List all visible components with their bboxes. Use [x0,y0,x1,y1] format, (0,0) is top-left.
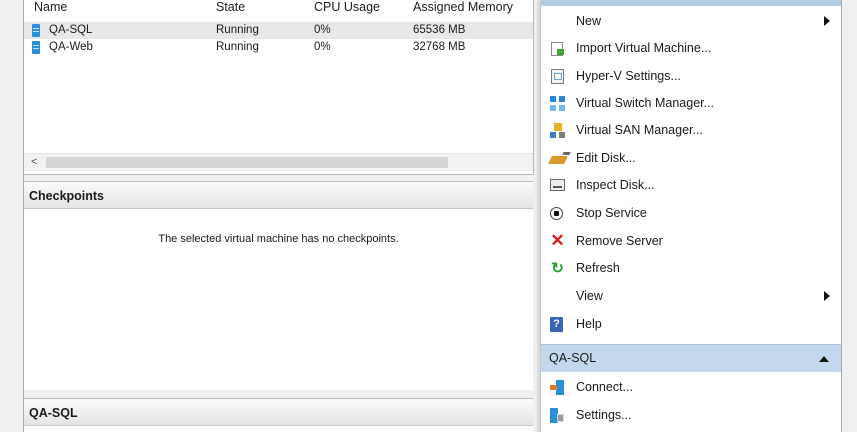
action-label: View [576,289,603,303]
column-header-name[interactable]: Name [34,0,67,17]
virtual-machine-icon [32,24,40,37]
action-label: New [576,14,602,28]
no-checkpoints-message: The selected virtual machine has no chec… [158,233,399,245]
vm-assigned-memory: 65536 MB [413,24,466,36]
edit-disk-icon [548,156,568,164]
vm-assigned-memory: 32768 MB [413,41,466,53]
action-new[interactable]: New [541,8,841,35]
collapse-arrow-icon[interactable] [819,356,829,362]
action-virtual-switch-manager[interactable]: Virtual Switch Manager... [541,90,841,117]
action-hyper-v-settings[interactable]: Hyper-V Settings... [541,63,841,90]
vm-section-title: QA-SQL [549,351,597,365]
refresh-icon: ↻ [551,260,564,277]
action-label: Settings... [576,408,632,422]
settings-icon [551,69,564,84]
vm-cpu-usage: 0% [314,24,331,36]
action-label: Help [576,317,602,331]
action-connect[interactable]: Connect... [541,374,841,401]
submenu-arrow-icon [824,16,830,26]
inspect-disk-icon [550,179,565,191]
action-label: Connect... [576,380,633,394]
column-header-cpu-usage[interactable]: CPU Usage [314,0,380,17]
action-import-virtual-machine[interactable]: Import Virtual Machine... [541,35,841,62]
connect-icon [550,380,564,395]
scrollbar-thumb[interactable] [46,157,448,168]
actions-pane: New Import Virtual Machine... Hyper-V Se… [540,0,841,432]
vm-name: QA-Web [49,41,93,53]
stop-icon [550,207,563,220]
details-header: QA-SQL [24,398,533,426]
scroll-left-arrow-icon[interactable]: < [31,154,37,171]
action-label: Inspect Disk... [576,178,655,192]
action-vm-settings[interactable]: Settings... [541,402,841,429]
action-label: Hyper-V Settings... [576,69,681,83]
window-right-edge [841,0,857,432]
vm-settings-icon [550,408,564,423]
action-label: Import Virtual Machine... [576,41,712,55]
action-label: Virtual SAN Manager... [576,123,703,137]
action-refresh[interactable]: ↻ Refresh [541,255,841,282]
action-view[interactable]: View [541,283,841,310]
switch-icon [550,96,565,111]
submenu-arrow-icon [824,291,830,301]
action-label: Refresh [576,261,620,275]
vm-row-qa-sql[interactable]: QA-SQL Running 0% 65536 MB [24,22,533,39]
action-label: Stop Service [576,206,647,220]
column-header-assigned-memory[interactable]: Assigned Memory [413,0,513,17]
action-stop-service[interactable]: Stop Service [541,200,841,227]
details-pane [24,426,533,432]
action-label: Edit Disk... [576,151,636,165]
action-virtual-san-manager[interactable]: Virtual SAN Manager... [541,117,841,144]
remove-icon: ✕ [550,231,565,250]
action-label: Remove Server [576,234,663,248]
action-remove-server[interactable]: ✕ Remove Server [541,228,841,255]
import-icon [551,42,564,56]
action-edit-disk[interactable]: Edit Disk... [541,145,841,172]
vm-row-qa-web[interactable]: QA-Web Running 0% 32768 MB [24,39,533,56]
actions-vm-section-header[interactable]: QA-SQL [541,344,841,372]
vm-state: Running [216,24,259,36]
vm-state: Running [216,41,259,53]
pane-divider[interactable] [24,390,533,398]
horizontal-scrollbar[interactable]: < [24,153,533,171]
help-icon: ? [550,317,563,332]
san-icon [550,123,565,138]
checkpoints-pane: The selected virtual machine has no chec… [24,209,533,390]
action-help[interactable]: ? Help [541,311,841,338]
virtual-machine-icon [32,41,40,54]
action-inspect-disk[interactable]: Inspect Disk... [541,172,841,199]
virtual-machines-pane: Name State CPU Usage Assigned Memory QA-… [24,0,534,175]
vm-name: QA-SQL [49,24,93,36]
actions-host-header[interactable] [541,0,841,6]
checkpoints-header: Checkpoints [24,181,533,209]
column-header-state[interactable]: State [216,0,245,17]
action-label: Virtual Switch Manager... [576,96,715,110]
vm-cpu-usage: 0% [314,41,331,53]
